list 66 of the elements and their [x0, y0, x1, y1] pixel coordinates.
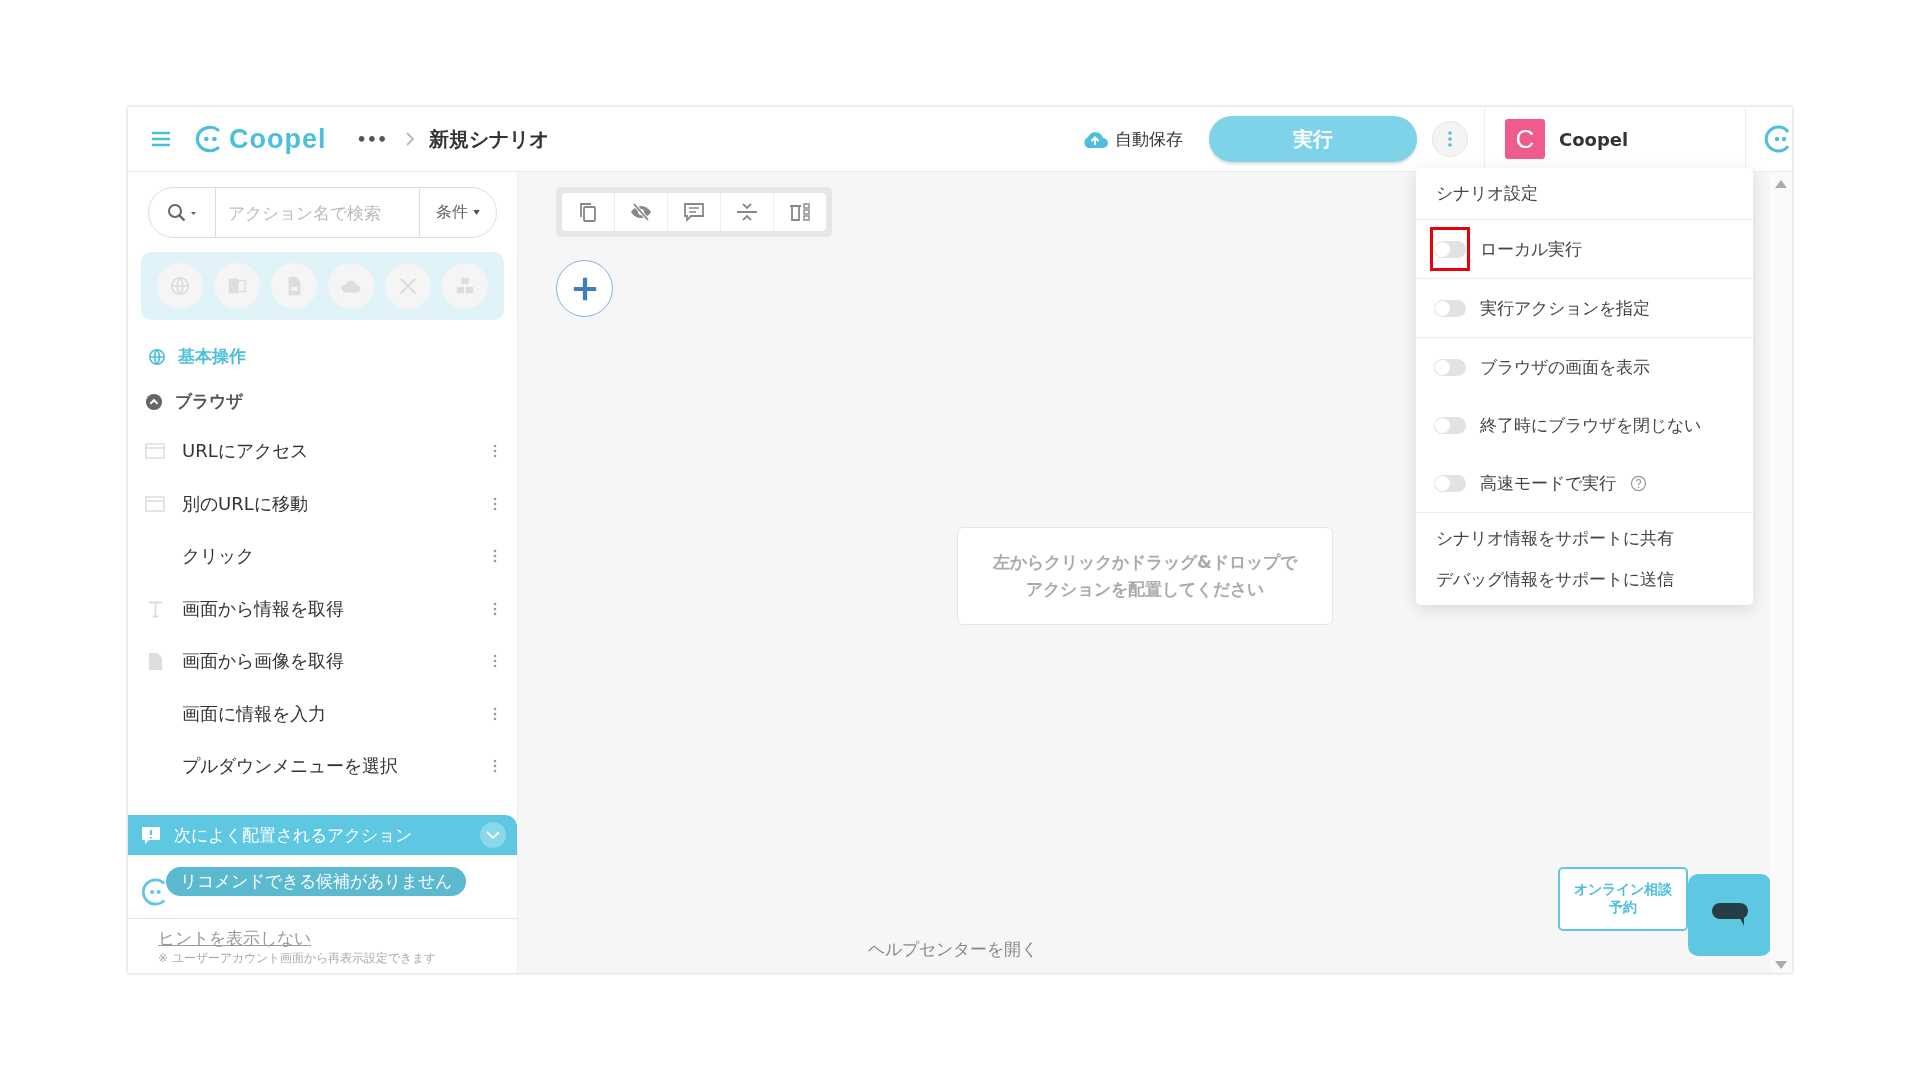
breadcrumb-more[interactable]: ••• [356, 129, 388, 149]
assistant-face-icon[interactable] [1762, 124, 1792, 154]
more-options-button[interactable] [1432, 121, 1468, 157]
text-icon [147, 599, 163, 618]
menu-item[interactable]: デバッグ情報をサポートに送信 [1436, 568, 1733, 591]
menu-item[interactable]: シナリオ情報をサポートに共有 [1436, 527, 1733, 550]
browser-group-toggle[interactable]: ブラウザ [145, 390, 517, 413]
more-icon[interactable] [493, 444, 497, 459]
cloud-upload-icon [1081, 129, 1109, 149]
hint-note: ※ ユーザーアカウント画面から再表示設定できます [158, 950, 437, 967]
more-icon[interactable] [493, 759, 497, 774]
scroll-down-icon[interactable] [1775, 961, 1787, 969]
scrollbar[interactable] [1770, 172, 1792, 973]
more-icon[interactable] [493, 706, 497, 721]
scenario-title: 新規シナリオ [429, 125, 550, 153]
window-icon [145, 495, 165, 512]
toggle-label: 終了時にブラウザを閉じない [1480, 413, 1701, 437]
chevron-icon [405, 131, 416, 147]
action-item[interactable]: 画面から画像を取得 [182, 649, 493, 674]
add-action-button[interactable] [556, 260, 613, 317]
empty-hint-text: アクションを配置してください [1026, 578, 1264, 601]
action-item[interactable]: 画面から情報を取得 [182, 596, 493, 621]
recommend-title: 次によく配置されるアクション [174, 823, 413, 847]
toggle-switch[interactable] [1434, 240, 1466, 258]
autosave-label: 自動保存 [1115, 127, 1183, 151]
more-icon[interactable] [493, 549, 497, 564]
action-item[interactable]: クリック [182, 544, 493, 569]
toggle-switch[interactable] [1434, 358, 1466, 376]
globe-icon [148, 347, 166, 366]
search-icon[interactable] [167, 202, 197, 223]
scroll-up-icon[interactable] [1775, 180, 1787, 188]
boxes-icon[interactable] [442, 263, 489, 309]
help-icon[interactable] [1630, 474, 1647, 492]
toggle-switch[interactable] [1434, 474, 1466, 492]
action-item[interactable]: 画面に情報を入力 [182, 701, 493, 726]
toggle-label: ローカル実行 [1480, 237, 1582, 261]
toggle-switch[interactable] [1434, 299, 1466, 317]
more-icon[interactable] [493, 654, 497, 669]
collapse-icon[interactable] [480, 822, 506, 848]
window-icon [145, 443, 165, 460]
file-icon [147, 651, 163, 671]
logo-text: Coopel [229, 123, 327, 155]
condition-dropdown[interactable]: 条件 [419, 188, 496, 237]
more-icon[interactable] [493, 601, 497, 616]
alert-bubble-icon [140, 824, 162, 846]
caret-icon [473, 210, 480, 215]
menu-icon[interactable] [151, 131, 171, 147]
menu-title: シナリオ設定 [1416, 168, 1753, 220]
speech-bubble: リコメンドできる候補がありません [166, 867, 466, 896]
toggle-label: 実行アクションを指定 [1480, 296, 1650, 320]
globe-icon[interactable] [156, 263, 203, 309]
toggle-label: 高速モードで実行 [1480, 471, 1616, 495]
action-item[interactable]: 別のURLに移動 [182, 491, 493, 516]
action-item[interactable]: URLにアクセス [182, 439, 493, 464]
more-icon[interactable] [493, 496, 497, 511]
account-name: Coopel [1559, 128, 1630, 150]
file-icon[interactable] [270, 263, 317, 309]
toggle-switch[interactable] [1434, 416, 1466, 434]
kebab-icon [1448, 131, 1452, 147]
spreadsheet-icon[interactable] [213, 263, 260, 309]
empty-hint-text: 左からクリックかドラッグ&ドロップで [993, 551, 1297, 574]
toggle-label: ブラウザの画面を表示 [1480, 355, 1650, 379]
chat-button[interactable] [1688, 874, 1771, 956]
action-item[interactable]: プルダウンメニューを選択 [182, 754, 493, 779]
cloud-icon[interactable] [328, 263, 375, 309]
category-title: 基本操作 [178, 345, 246, 368]
